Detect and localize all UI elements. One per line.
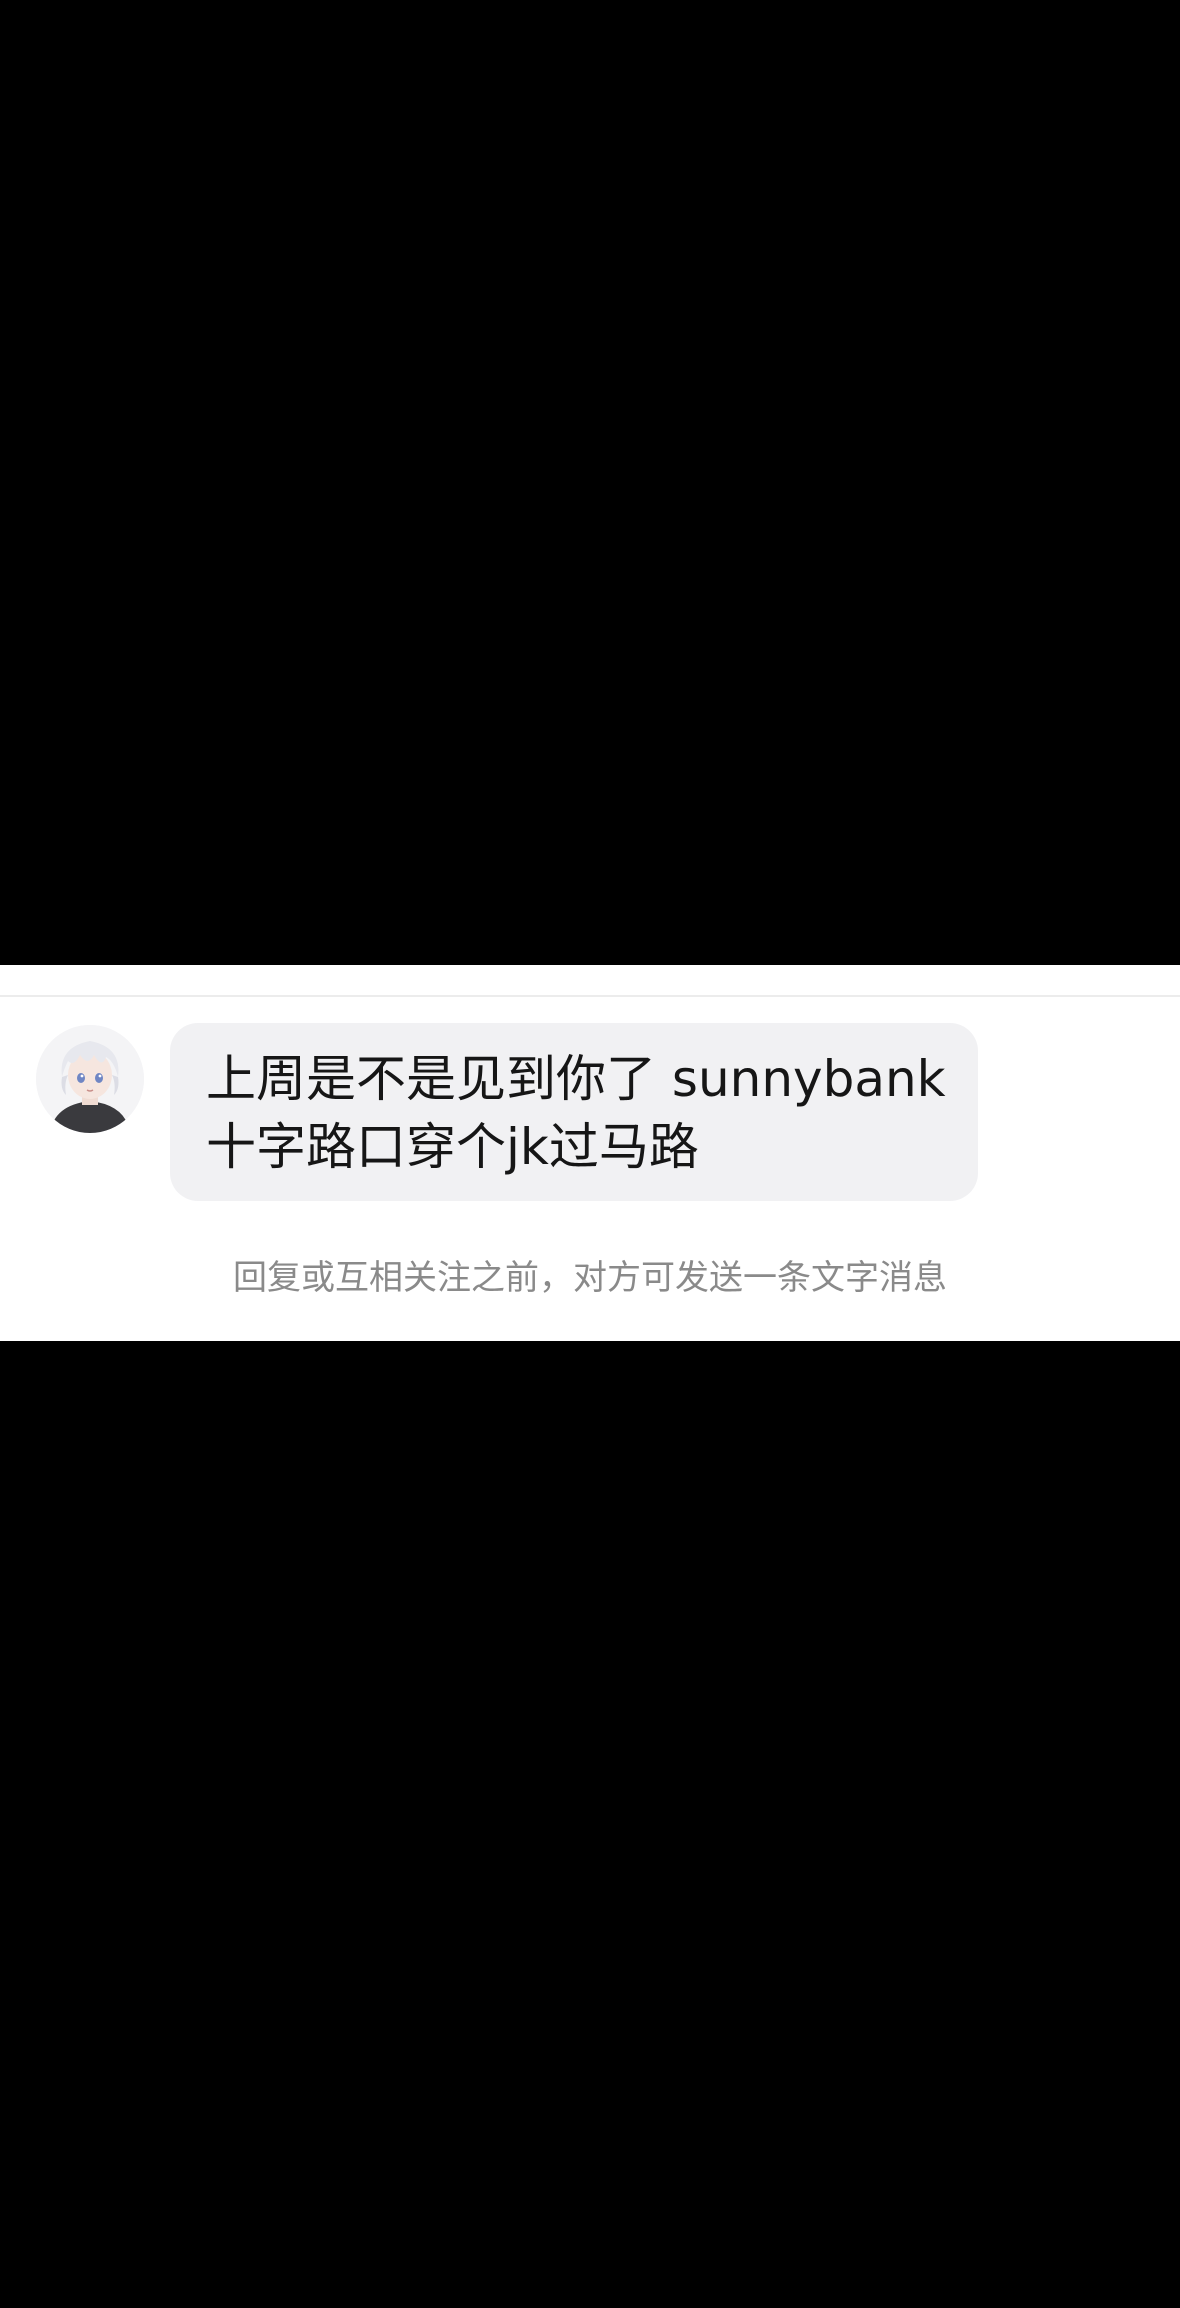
bottom-black-area (0, 1341, 1180, 2308)
message-bubble[interactable]: 上周是不是见到你了 sunnybank 十字路口穿个jk过马路 (170, 1023, 978, 1201)
incoming-message-row: 上周是不是见到你了 sunnybank 十字路口穿个jk过马路 (0, 965, 1180, 1225)
anime-character-avatar-icon (36, 1025, 144, 1133)
chat-panel: 上周是不是见到你了 sunnybank 十字路口穿个jk过马路 回复或互相关注之… (0, 965, 1180, 1341)
message-line-2: 十字路口穿个jk过马路 (206, 1118, 699, 1176)
message-restriction-notice: 回复或互相关注之前，对方可发送一条文字消息 (233, 1258, 947, 1298)
sender-avatar[interactable] (36, 1025, 144, 1133)
top-black-area (0, 0, 1180, 965)
message-line-1: 上周是不是见到你了 sunnybank (206, 1050, 946, 1108)
